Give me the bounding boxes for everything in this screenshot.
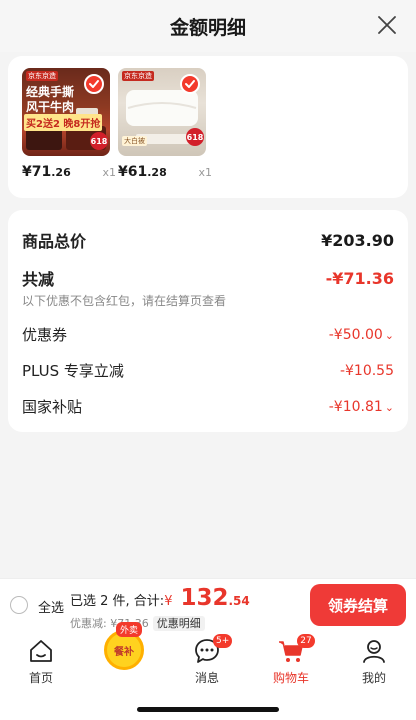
tab-home[interactable]: 首页 (11, 636, 71, 686)
checkout-button[interactable]: 领券结算 (310, 584, 406, 626)
product-item-beef[interactable]: 京东京造 经典手撕 风干牛肉 买2送2 晚8开抢 618 ¥71.26 x1 (22, 68, 116, 180)
select-all-label[interactable]: 全选 (38, 597, 64, 616)
tab-label: 购物车 (272, 671, 309, 685)
page-title: 金额明细 (169, 16, 246, 39)
plus-discount-row: PLUS 专享立减 -¥10.55 (22, 360, 394, 381)
chevron-down-icon: ⌄ (384, 400, 394, 414)
home-icon (30, 640, 52, 662)
brand-tag: 京东京造 (26, 71, 58, 81)
tab-cart[interactable]: 27 购物车 (261, 634, 321, 686)
plus-discount-label: PLUS 专享立减 (22, 362, 124, 380)
price-detail-card: 商品总价 ¥203.90 共减 -¥71.36 以下优惠不包含红包，请在结算页查… (8, 210, 408, 432)
header: 金额明细 (0, 0, 416, 52)
coupon-row[interactable]: 优惠券 -¥50.00 ⌄ (22, 324, 394, 345)
coupon-label: 优惠券 (22, 326, 68, 344)
discount-total-label: 共减 (22, 270, 55, 289)
profile-icon (363, 640, 385, 663)
thumb-promo-line: 买2送2 晚8开抢 (24, 114, 103, 131)
selected-count-text: 已选 2 件, 合计: (70, 594, 165, 609)
tab-profile[interactable]: 我的 (344, 636, 404, 686)
product-thumbnail[interactable]: 京东京造 经典手撕 风干牛肉 买2送2 晚8开抢 618 (22, 68, 110, 156)
discount-total-row: 共减 -¥71.36 (22, 266, 394, 290)
product-price: ¥71.26 (22, 164, 71, 180)
618-badge: 618 (186, 128, 204, 146)
subsidy-row[interactable]: 国家补贴 -¥10.81 ⌄ (22, 396, 394, 417)
cart-badge: 27 (297, 634, 315, 648)
product-quantity: x1 (102, 166, 116, 179)
618-badge: 618 (90, 132, 108, 150)
product-thumbnail[interactable]: 京东京造 大白被 618 (118, 68, 206, 156)
total-price-row: 商品总价 ¥203.90 (22, 228, 394, 252)
subsidy-value[interactable]: -¥10.81 ⌄ (329, 399, 394, 415)
subsidy-label: 国家补贴 (22, 398, 83, 416)
tab-label: 消息 (194, 671, 219, 685)
chevron-down-icon: ⌄ (384, 328, 394, 342)
select-all-radio[interactable] (10, 596, 28, 614)
discount-note: 以下优惠不包含红包，请在结算页查看 (22, 294, 227, 308)
product-quantity: x1 (198, 166, 212, 179)
product-item-duvet[interactable]: 京东京造 大白被 618 ¥61.28 x1 (118, 68, 212, 180)
brand-tag: 京东京造 (122, 71, 154, 81)
promo-tag: 外卖 (116, 622, 143, 637)
selected-check-icon[interactable] (84, 74, 104, 94)
plus-discount-value: -¥10.55 (339, 362, 394, 379)
selected-check-icon[interactable] (180, 74, 200, 94)
total-price-value: ¥203.90 (321, 230, 394, 250)
thumb-text-line: 风干牛肉 (26, 100, 75, 114)
total-price-label: 商品总价 (22, 232, 87, 251)
coupon-value[interactable]: -¥50.00 ⌄ (329, 327, 394, 343)
tab-label: 首页 (28, 671, 53, 685)
thumb-text-line: 大白被 (122, 136, 147, 146)
food-delivery-promo[interactable]: 餐补 外卖 (102, 622, 146, 670)
discount-detail-link[interactable]: 优惠明细 (152, 616, 205, 631)
products-card: 京东京造 经典手撕 风干牛肉 买2送2 晚8开抢 618 ¥71.26 x1 京… (8, 56, 408, 198)
close-icon[interactable] (376, 14, 398, 36)
checkout-bar: 全选 已选 2 件, 合计:¥ 132.54 优惠减: ¥71.36 优惠明细 领… (0, 578, 416, 632)
message-badge: 5+ (213, 634, 233, 648)
discount-total-value: -¥71.36 (325, 268, 394, 288)
tab-label: 我的 (361, 671, 386, 685)
home-indicator (137, 707, 279, 712)
product-price: ¥61.28 (118, 164, 167, 180)
order-total-cents: .54 (228, 594, 250, 608)
order-total: 132 (172, 585, 229, 611)
tab-messages[interactable]: 5+ 消息 (177, 634, 237, 686)
selection-summary: 已选 2 件, 合计:¥ 132.54 (70, 585, 250, 611)
